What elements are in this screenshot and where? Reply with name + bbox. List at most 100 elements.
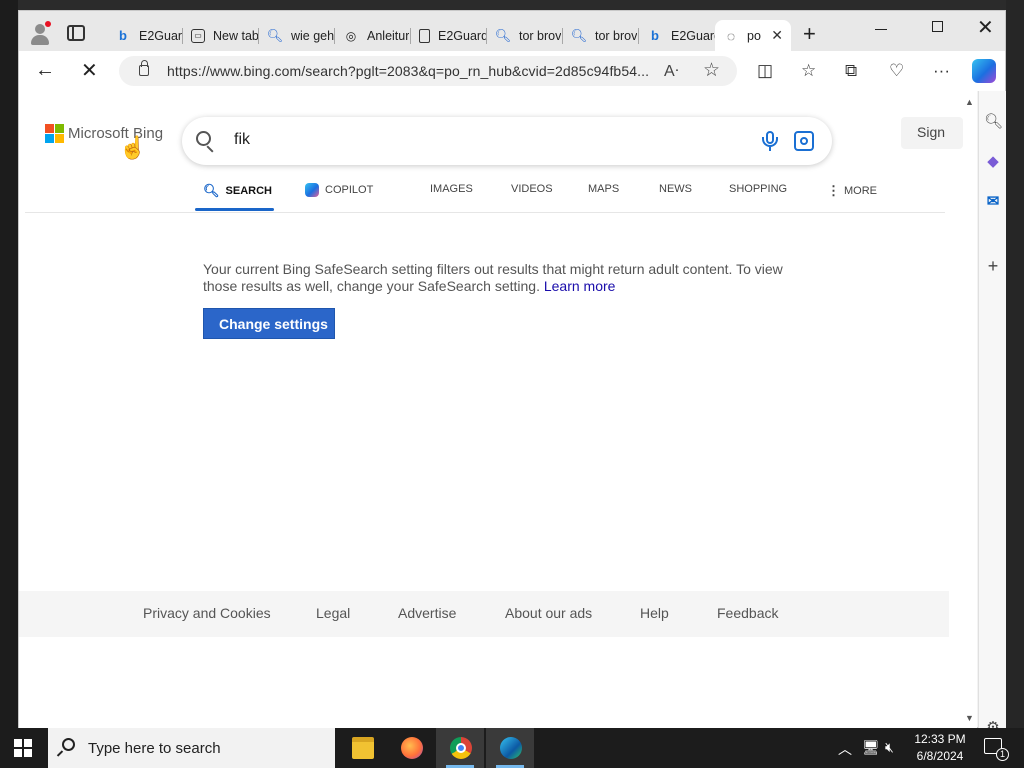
footer-link-feedback[interactable]: Feedback [717, 605, 778, 621]
taskbar-search-placeholder: Type here to search [88, 740, 221, 757]
scope-videos[interactable]: VIDEOS [511, 183, 553, 195]
taskbar-firefox[interactable] [387, 728, 435, 768]
notification-badge: 1 [996, 748, 1009, 761]
tab-anleitung[interactable]: ◎ Anleitur [335, 20, 411, 51]
scope-copilot[interactable]: COPILOT [305, 183, 373, 197]
footer-link-privacy[interactable]: Privacy and Cookies [143, 605, 271, 621]
scroll-up-arrow-icon[interactable]: ▲ [965, 97, 974, 107]
more-menu-icon[interactable]: ··· [933, 61, 950, 81]
desktop-edge-right [1006, 0, 1024, 728]
tab-tor-browser-1[interactable]: 🔍︎ tor brov [487, 20, 563, 51]
sidebar-copilot-icon[interactable]: ◆ [984, 153, 1002, 171]
system-clock[interactable]: 12:33 PM 6/8/2024 [906, 731, 974, 765]
profile-icon[interactable] [29, 21, 51, 45]
scope-label: MAPS [588, 183, 620, 195]
taskbar-chrome[interactable] [436, 728, 484, 768]
taskbar-search-box[interactable]: Type here to search [48, 728, 335, 768]
footer-link-advertise[interactable]: Advertise [398, 605, 456, 621]
page-footer: Privacy and Cookies Legal Advertise Abou… [19, 591, 949, 637]
stop-loading-button[interactable]: ✕ [81, 58, 98, 83]
lock-icon[interactable] [139, 60, 149, 76]
hand-cursor-icon: ☝ [119, 135, 147, 160]
bing-icon: b [119, 28, 127, 43]
more-dots-icon: ⋮ [827, 183, 840, 198]
favorite-star-icon[interactable]: ☆ [703, 59, 720, 82]
taskbar-edge[interactable] [486, 728, 534, 768]
sidebar-outlook-icon[interactable]: ✉ [984, 193, 1002, 211]
browser-essentials-icon[interactable]: ♡ [889, 61, 904, 81]
address-bar[interactable]: https://www.bing.com/search?pglt=2083&q=… [119, 56, 737, 86]
visual-search-icon[interactable] [794, 131, 814, 151]
network-icon[interactable]: 🖥︎ [862, 739, 880, 756]
page-icon [419, 28, 430, 43]
desktop-edge-left [0, 0, 18, 728]
new-tab-button[interactable]: + [803, 23, 816, 45]
bing-page: Microsoft Bing ☝ fik Sign 🔍︎ SEARCH COPI… [19, 91, 963, 729]
minimize-button[interactable] [875, 29, 887, 30]
microphone-icon[interactable] [760, 131, 780, 153]
volume-muted-icon[interactable]: 🔇︎ [885, 739, 894, 756]
tab-e2guard-1[interactable]: b E2Guard [107, 20, 183, 51]
search-icon[interactable] [194, 129, 218, 153]
tab-label: wie geh [291, 28, 335, 43]
tab-label: E2Guard [671, 28, 715, 43]
url-text[interactable]: https://www.bing.com/search?pglt=2083&q=… [167, 63, 649, 79]
tab-e2guard-3[interactable]: b E2Guard [639, 20, 715, 51]
safesearch-notice: Your current Bing SafeSearch setting fil… [203, 261, 803, 295]
tab-active-po[interactable]: ◌ po ✕ [715, 20, 791, 51]
change-settings-button[interactable]: Change settings [203, 308, 335, 339]
copilot-icon [305, 183, 319, 197]
scroll-down-arrow-icon[interactable]: ▼ [965, 713, 974, 723]
taskbar-file-explorer[interactable] [338, 728, 386, 768]
browser-window: b E2Guard ▭ New tab 🔍︎ wie geh ◎ Anleitu… [18, 10, 1006, 736]
scope-images[interactable]: IMAGES [430, 183, 473, 195]
tab-tor-browser-2[interactable]: 🔍︎ tor brov [563, 20, 639, 51]
footer-link-help[interactable]: Help [640, 605, 669, 621]
split-screen-icon[interactable]: ◫ [757, 61, 773, 81]
scope-maps[interactable]: MAPS [588, 183, 619, 195]
close-window-button[interactable]: ✕ [977, 15, 994, 40]
search-input[interactable]: fik [234, 131, 250, 149]
footer-link-about-ads[interactable]: About our ads [505, 605, 592, 621]
tab-new-tab[interactable]: ▭ New tab [183, 20, 259, 51]
bing-icon: b [651, 28, 659, 43]
search-box[interactable]: fik [182, 117, 832, 165]
chrome-icon [450, 737, 472, 759]
footer-link-legal[interactable]: Legal [316, 605, 350, 621]
close-tab-icon[interactable]: ✕ [771, 27, 783, 44]
show-hidden-icons-chevron-icon[interactable]: ︿ [838, 739, 852, 759]
copilot-icon[interactable] [972, 59, 996, 83]
tab-label: tor brov [519, 28, 562, 43]
search-icon: 🔍︎ [570, 27, 588, 43]
tab-label: New tab [213, 28, 259, 43]
scope-label: MORE [844, 185, 877, 197]
edge-icon [500, 737, 522, 759]
read-aloud-icon[interactable]: Aᐧ [664, 61, 679, 81]
scope-search[interactable]: 🔍︎ SEARCH [203, 183, 272, 199]
tab-label: E2Guard [139, 28, 183, 43]
collections-icon[interactable]: ⧉ [845, 61, 857, 81]
sign-in-button[interactable]: Sign [901, 117, 963, 149]
sidebar-add-icon[interactable]: + [984, 257, 1002, 275]
tab-actions-icon[interactable] [67, 25, 85, 41]
sidebar-search-icon[interactable]: 🔍︎ [984, 113, 1003, 131]
edge-sidebar: 🔍︎ ◆ ✉ + ⚙ [978, 91, 1006, 736]
maximize-button[interactable] [932, 21, 943, 32]
folder-icon [352, 737, 374, 759]
learn-more-link[interactable]: Learn more [544, 278, 616, 294]
scope-label: VIDEOS [511, 183, 553, 195]
tab-e2guard-2[interactable]: E2Guard [411, 20, 487, 51]
safesearch-message: Your current Bing SafeSearch setting fil… [203, 261, 783, 294]
scope-shopping[interactable]: SHOPPING [729, 183, 787, 195]
clock-time: 12:33 PM [914, 732, 966, 746]
vertical-scrollbar[interactable]: ▲ ▼ [963, 91, 977, 729]
back-button[interactable]: ← [35, 59, 55, 82]
logo-text: Microsoft Bing [68, 124, 164, 142]
search-icon: 🔍︎ [266, 27, 284, 43]
scope-more[interactable]: ⋮ MORE [827, 183, 877, 199]
favorites-icon[interactable]: ☆ [801, 61, 816, 81]
tab-wie-geht[interactable]: 🔍︎ wie geh [259, 20, 335, 51]
tab-label: Anleitur [367, 28, 410, 43]
start-button[interactable] [14, 739, 32, 757]
scope-news[interactable]: NEWS [659, 183, 692, 195]
